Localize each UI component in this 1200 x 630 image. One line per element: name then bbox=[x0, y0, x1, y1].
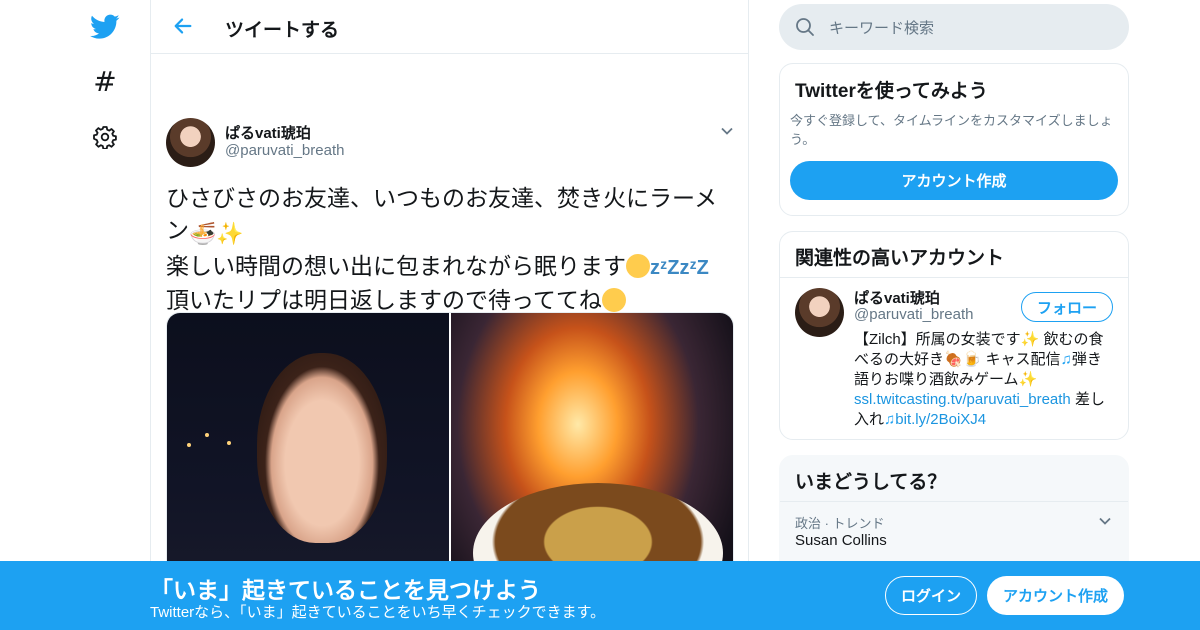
author-name[interactable]: ぱるvati琥珀 bbox=[225, 122, 311, 143]
left-nav: # bbox=[0, 0, 150, 630]
twitter-logo-icon[interactable] bbox=[88, 10, 122, 44]
tweet-text-line: 頂いたリプは明日返しますので待っててね bbox=[166, 287, 602, 313]
tweet-text-line: ン bbox=[166, 217, 189, 243]
card-subtitle: 今すぐ登録して、タイムラインをカスタマイズしましょう。 bbox=[790, 113, 1113, 147]
related-avatar[interactable] bbox=[795, 288, 844, 337]
light-dot bbox=[205, 433, 209, 437]
card-title: Twitterを使ってみよう bbox=[795, 81, 988, 102]
back-arrow-icon[interactable] bbox=[169, 12, 197, 40]
chevron-down-icon[interactable] bbox=[720, 124, 734, 138]
signup-banner: 「いま」起きていることを見つけよう Twitterなら、「いま」起きていることを… bbox=[0, 561, 1200, 630]
tweet-page: # ツイートする ぱるvati琥珀 @paruvati_breath ひさびさの… bbox=[0, 0, 1200, 630]
search-icon bbox=[795, 17, 815, 37]
related-accounts-card: 関連性の高いアカウント ぱるvati琥珀 @paruvati_breath フォ… bbox=[779, 231, 1129, 440]
related-bio: 【Zilch】所属の女装です✨ 飲むの食べるの大好き🍖🍺 キャス配信♫弾き語りお… bbox=[854, 330, 1114, 430]
trend-meta: 政治 · トレンド bbox=[795, 516, 885, 531]
search-bar[interactable]: キーワード検索 bbox=[779, 4, 1129, 50]
related-name[interactable]: ぱるvati琥珀 bbox=[854, 287, 940, 308]
try-twitter-card: Twitterを使ってみよう 今すぐ登録して、タイムラインをカスタマイズしましょ… bbox=[779, 63, 1129, 216]
main-column: ツイートする ぱるvati琥珀 @paruvati_breath ひさびさのお友… bbox=[150, 0, 749, 630]
beer-emoji-icon: 🍺 bbox=[962, 351, 982, 368]
create-account-button[interactable]: アカウント作成 bbox=[790, 161, 1118, 200]
author-handle[interactable]: @paruvati_breath bbox=[225, 142, 344, 159]
tweet-text: ひさびさのお友達、いつものお友達、焚き火にラーメ ン🍜✨ 楽しい時間の想い出に包… bbox=[166, 182, 736, 316]
search-input[interactable]: キーワード検索 bbox=[829, 17, 934, 38]
page-title: ツイートする bbox=[225, 20, 340, 41]
divider bbox=[780, 501, 1128, 502]
meat-emoji-icon: 🍖 bbox=[944, 351, 963, 368]
trend-item[interactable]: Susan Collins bbox=[795, 532, 887, 549]
chevron-down-icon[interactable] bbox=[1098, 514, 1112, 528]
banner-subtitle: Twitterなら、「いま」起きていることをいち早くチェックできます。 bbox=[150, 604, 606, 621]
sleepy-face-emoji-icon bbox=[626, 254, 650, 278]
card-title: いまどうしてる？ bbox=[795, 472, 947, 493]
ramen-emoji-icon: 🍜 bbox=[189, 221, 217, 246]
bio-link[interactable]: bit.ly/2BoiXJ4 bbox=[895, 411, 986, 428]
login-button[interactable]: ログイン bbox=[885, 576, 977, 615]
tweet-text-line: ひさびさのお友達、いつものお友達、焚き火にラーメ bbox=[166, 185, 718, 211]
follow-button[interactable]: フォロー bbox=[1021, 292, 1113, 322]
author-avatar[interactable] bbox=[166, 118, 215, 167]
zzz-emoji-icon: zᶻZ bbox=[650, 257, 680, 279]
card-title: 関連性の高いアカウント bbox=[795, 248, 1005, 269]
person-image bbox=[257, 353, 387, 543]
zzz-emoji-icon: zᶻZ bbox=[679, 257, 709, 279]
music-note-emoji-icon: ♫ bbox=[884, 411, 896, 428]
divider bbox=[780, 277, 1128, 278]
sparkles-emoji-icon: ✨ bbox=[1020, 331, 1040, 348]
page-header: ツイートする bbox=[151, 0, 748, 54]
related-handle[interactable]: @paruvati_breath bbox=[854, 306, 973, 323]
sparkles-emoji-icon: ✨ bbox=[1018, 371, 1038, 388]
hashtag-icon[interactable]: # bbox=[88, 64, 122, 98]
music-note-emoji-icon: ♫ bbox=[1060, 351, 1072, 368]
signup-button[interactable]: アカウント作成 bbox=[987, 576, 1124, 615]
sparkles-emoji-icon: ✨ bbox=[216, 221, 244, 246]
bio-text: 【Zilch】所属の女装です bbox=[854, 331, 1021, 348]
tweet-text-line: 楽しい時間の想い出に包まれながら眠ります bbox=[166, 253, 626, 279]
banner-title: 「いま」起きていることを見つけよう bbox=[150, 577, 541, 603]
light-dot bbox=[187, 443, 191, 447]
light-dot bbox=[227, 441, 231, 445]
winking-face-emoji-icon bbox=[601, 288, 626, 312]
bio-link[interactable]: ssl.twitcasting.tv/paruvati_breath bbox=[854, 391, 1071, 408]
gear-icon[interactable] bbox=[88, 120, 122, 154]
bio-text: キャス配信 bbox=[981, 351, 1061, 368]
